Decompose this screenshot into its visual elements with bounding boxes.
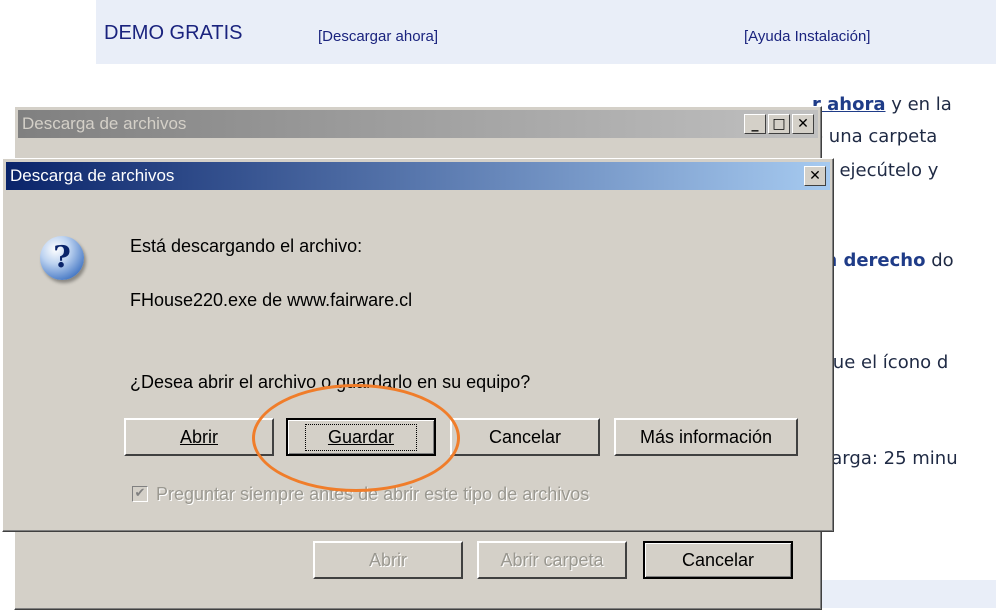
more-info-button[interactable]: Más información bbox=[614, 418, 798, 456]
close-icon[interactable]: ✕ bbox=[792, 114, 814, 134]
outer-open-folder-button[interactable]: Abrir carpeta bbox=[477, 541, 627, 579]
cancel-button-label: Cancelar bbox=[488, 426, 562, 447]
save-button-label: Guardar bbox=[327, 426, 395, 447]
open-button[interactable]: Abrir bbox=[124, 418, 274, 456]
install-help-link[interactable]: [Ayuda Instalación] bbox=[744, 28, 870, 45]
inner-dialog-titlebar[interactable]: Descarga de archivos ✕ bbox=[6, 162, 830, 190]
download-now-link[interactable]: [Descargar ahora] bbox=[318, 28, 438, 45]
open-or-save-question: ¿Desea abrir el archivo o guardarlo en s… bbox=[130, 372, 531, 392]
save-button[interactable]: Guardar bbox=[286, 418, 436, 456]
minimize-icon[interactable]: _ bbox=[744, 114, 766, 134]
more-info-button-label: Más información bbox=[639, 426, 773, 447]
page-text-line-1: r ahora y en la bbox=[812, 94, 952, 115]
inner-dialog-title: Descarga de archivos bbox=[10, 166, 175, 185]
open-button-label: Abrir bbox=[179, 426, 218, 447]
page-footer-strip bbox=[820, 580, 996, 608]
page-text-link[interactable]: r ahora bbox=[812, 94, 886, 115]
always-ask-checkbox[interactable]: ✔ bbox=[132, 486, 148, 502]
download-message: Está descargando el archivo: bbox=[130, 236, 363, 256]
outer-cancel-button[interactable]: Cancelar bbox=[643, 541, 793, 579]
demo-title: DEMO GRATIS bbox=[104, 22, 243, 44]
download-filename: FHouse220.exe de www.fairware.cl bbox=[130, 290, 413, 310]
inner-download-dialog: Descarga de archivos ✕ bbox=[2, 158, 834, 532]
cancel-button[interactable]: Cancelar bbox=[450, 418, 600, 456]
maximize-icon[interactable]: □ bbox=[768, 114, 790, 134]
outer-open-button[interactable]: Abrir bbox=[313, 541, 463, 579]
close-icon[interactable]: ✕ bbox=[804, 166, 826, 186]
outer-dialog-title: Descarga de archivos bbox=[22, 114, 187, 133]
outer-dialog-titlebar[interactable]: Descarga de archivos _ □ ✕ bbox=[18, 110, 818, 138]
always-ask-label: Preguntar siempre antes de abrir este ti… bbox=[156, 484, 590, 504]
question-icon: ? bbox=[40, 236, 84, 280]
page-text-line-2: e una carpeta bbox=[812, 126, 938, 147]
